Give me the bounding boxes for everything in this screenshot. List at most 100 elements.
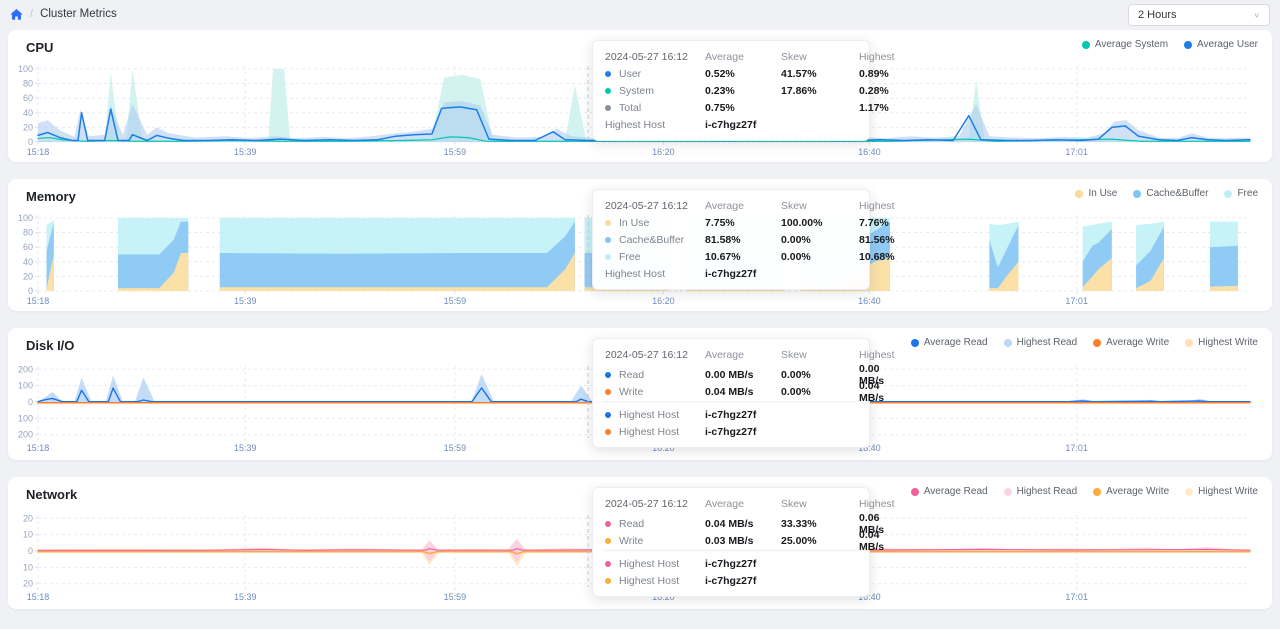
- svg-text:17:01: 17:01: [1065, 296, 1088, 306]
- breadcrumb-title: Cluster Metrics: [40, 8, 117, 20]
- tooltip-value: i-c7hgz27f: [705, 426, 781, 438]
- legend-dot-icon: [1133, 190, 1141, 198]
- tooltip-row-label: Free: [619, 251, 641, 263]
- svg-text:15:18: 15:18: [27, 147, 50, 157]
- legend-label: Average Write: [1106, 486, 1169, 497]
- tooltip-row: User0.52%41.57%0.89%: [605, 65, 857, 82]
- tooltip-row-label: Total: [619, 102, 641, 114]
- tooltip-value: 0.89%: [859, 68, 889, 80]
- series-dot-icon: [605, 220, 611, 226]
- svg-text:20: 20: [23, 513, 33, 523]
- tooltip-row: System0.23%17.86%0.28%: [605, 82, 857, 99]
- disk-io-tooltip: 2024-05-27 16:12AverageSkewHighestRead0.…: [592, 338, 870, 448]
- tooltip-row-label: Highest Host: [605, 268, 665, 280]
- tooltip-row: Total0.75%1.17%: [605, 99, 857, 116]
- svg-text:100: 100: [18, 213, 33, 223]
- tooltip-value: 0.00%: [781, 234, 859, 246]
- tooltip-row-label: Highest Host: [619, 575, 679, 587]
- legend-label: Highest Read: [1017, 337, 1078, 348]
- svg-text:20: 20: [23, 579, 33, 589]
- svg-text:16:20: 16:20: [652, 296, 675, 306]
- series-dot-icon: [605, 412, 611, 418]
- svg-text:15:59: 15:59: [444, 443, 467, 453]
- tooltip-value: 81.58%: [705, 234, 781, 246]
- time-range-select[interactable]: 2 Hours ∨: [1128, 4, 1270, 26]
- tooltip-row: Cache&Buffer81.58%0.00%81.56%: [605, 231, 857, 248]
- legend-dot-icon: [1185, 339, 1193, 347]
- tooltip-value: 0.03 MB/s: [705, 535, 781, 547]
- tooltip-row: Highest Hosti-c7hgz27f: [605, 265, 857, 282]
- tooltip-row-label: Write: [619, 535, 643, 547]
- svg-text:17:01: 17:01: [1065, 592, 1088, 602]
- legend-item-highest-write[interactable]: Highest Write: [1185, 337, 1258, 348]
- tooltip-column-header: Skew: [781, 51, 859, 63]
- legend-item-free[interactable]: Free: [1224, 188, 1258, 199]
- svg-text:16:40: 16:40: [858, 296, 881, 306]
- tooltip-value: 0.00%: [781, 251, 859, 263]
- tooltip-row: Free10.67%0.00%10.68%: [605, 248, 857, 265]
- legend-label: Highest Read: [1017, 486, 1078, 497]
- legend-item-average-read[interactable]: Average Read: [911, 486, 988, 497]
- top-navigation-bar: / Cluster Metrics 2 Hours ∨: [0, 0, 1280, 28]
- series-dot-icon: [605, 105, 611, 111]
- legend-dot-icon: [1082, 41, 1090, 49]
- legend-label: Highest Write: [1198, 486, 1258, 497]
- series-dot-icon: [605, 254, 611, 260]
- tooltip-row: Highest Hosti-c7hgz27f: [605, 406, 857, 423]
- tooltip-value: 10.68%: [859, 251, 895, 263]
- tooltip-row: Highest Hosti-c7hgz27f: [605, 572, 857, 589]
- series-dot-icon: [605, 578, 611, 584]
- tooltip-header-row: 2024-05-27 16:12AverageSkewHighest: [605, 48, 857, 65]
- tooltip-row-label: System: [619, 85, 654, 97]
- tooltip-row: Read0.04 MB/s33.33%0.06 MB/s: [605, 512, 857, 529]
- tooltip-column-header: Skew: [781, 349, 859, 361]
- tooltip-column-header: Skew: [781, 498, 859, 510]
- legend-item-highest-write[interactable]: Highest Write: [1185, 486, 1258, 497]
- legend-label: Average System: [1095, 39, 1168, 50]
- svg-text:0: 0: [28, 137, 33, 147]
- legend-item-in-use[interactable]: In Use: [1075, 188, 1117, 199]
- tooltip-row-label: Cache&Buffer: [619, 234, 684, 246]
- tooltip-value: 0.04 MB/s: [705, 386, 781, 398]
- legend-item-average-read[interactable]: Average Read: [911, 337, 988, 348]
- legend-label: Highest Write: [1198, 337, 1258, 348]
- tooltip-value: 0.00%: [781, 386, 859, 398]
- tooltip-row: Highest Host i-c7hgz27f: [605, 423, 857, 440]
- tooltip-row-label: Highest Host: [619, 409, 679, 421]
- legend-item-average-write[interactable]: Average Write: [1093, 337, 1169, 348]
- svg-text:15:18: 15:18: [27, 443, 50, 453]
- legend-item-average-system[interactable]: Average System: [1082, 39, 1168, 50]
- legend-dot-icon: [1075, 190, 1083, 198]
- disk-io-legend: Average Read Highest Read Average Write Hig…: [911, 337, 1258, 348]
- tooltip-value: 81.56%: [859, 234, 895, 246]
- legend-item-highest-read[interactable]: Highest Read: [1004, 486, 1078, 497]
- tooltip-row: In Use7.75%100.00%7.76%: [605, 214, 857, 231]
- tooltip-header-row: 2024-05-27 16:12AverageSkewHighest: [605, 197, 857, 214]
- cpu-tooltip: 2024-05-27 16:12AverageSkewHighestUser0.…: [592, 40, 870, 141]
- tooltip-row-label: Highest Host: [605, 119, 665, 131]
- tooltip-value: 0.04 MB/s: [705, 518, 781, 530]
- legend-item-cache-buffer[interactable]: Cache&Buffer: [1133, 188, 1208, 199]
- legend-dot-icon: [1093, 488, 1101, 496]
- tooltip-value: i-c7hgz27f: [705, 119, 781, 131]
- legend-dot-icon: [1004, 488, 1012, 496]
- tooltip-row: Write0.04 MB/s0.00%0.04 MB/s: [605, 380, 857, 397]
- tooltip-header-row: 2024-05-27 16:12AverageSkewHighest: [605, 495, 857, 512]
- legend-dot-icon: [1184, 41, 1192, 49]
- svg-text:15:59: 15:59: [444, 147, 467, 157]
- svg-text:100: 100: [18, 413, 33, 423]
- tooltip-timestamp: 2024-05-27 16:12: [605, 349, 705, 361]
- svg-text:15:18: 15:18: [27, 296, 50, 306]
- home-icon[interactable]: [10, 8, 23, 21]
- memory-metric-card: Memory In UseCache&BufferFree 0204060801…: [8, 179, 1272, 311]
- svg-text:15:39: 15:39: [234, 592, 257, 602]
- chevron-down-icon: ∨: [1253, 11, 1260, 20]
- tooltip-header-row: 2024-05-27 16:12AverageSkewHighest: [605, 346, 857, 363]
- network-metric-card: Network Average ReadHighest ReadAverage …: [8, 477, 1272, 609]
- svg-text:100: 100: [18, 64, 33, 74]
- legend-item-average-user[interactable]: Average User: [1184, 39, 1258, 50]
- tooltip-value: 0.04 MB/s: [859, 380, 884, 404]
- legend-item-highest-read[interactable]: Highest Read: [1004, 337, 1078, 348]
- tooltip-row-label: Highest Host: [619, 426, 679, 438]
- legend-item-average-write[interactable]: Average Write: [1093, 486, 1169, 497]
